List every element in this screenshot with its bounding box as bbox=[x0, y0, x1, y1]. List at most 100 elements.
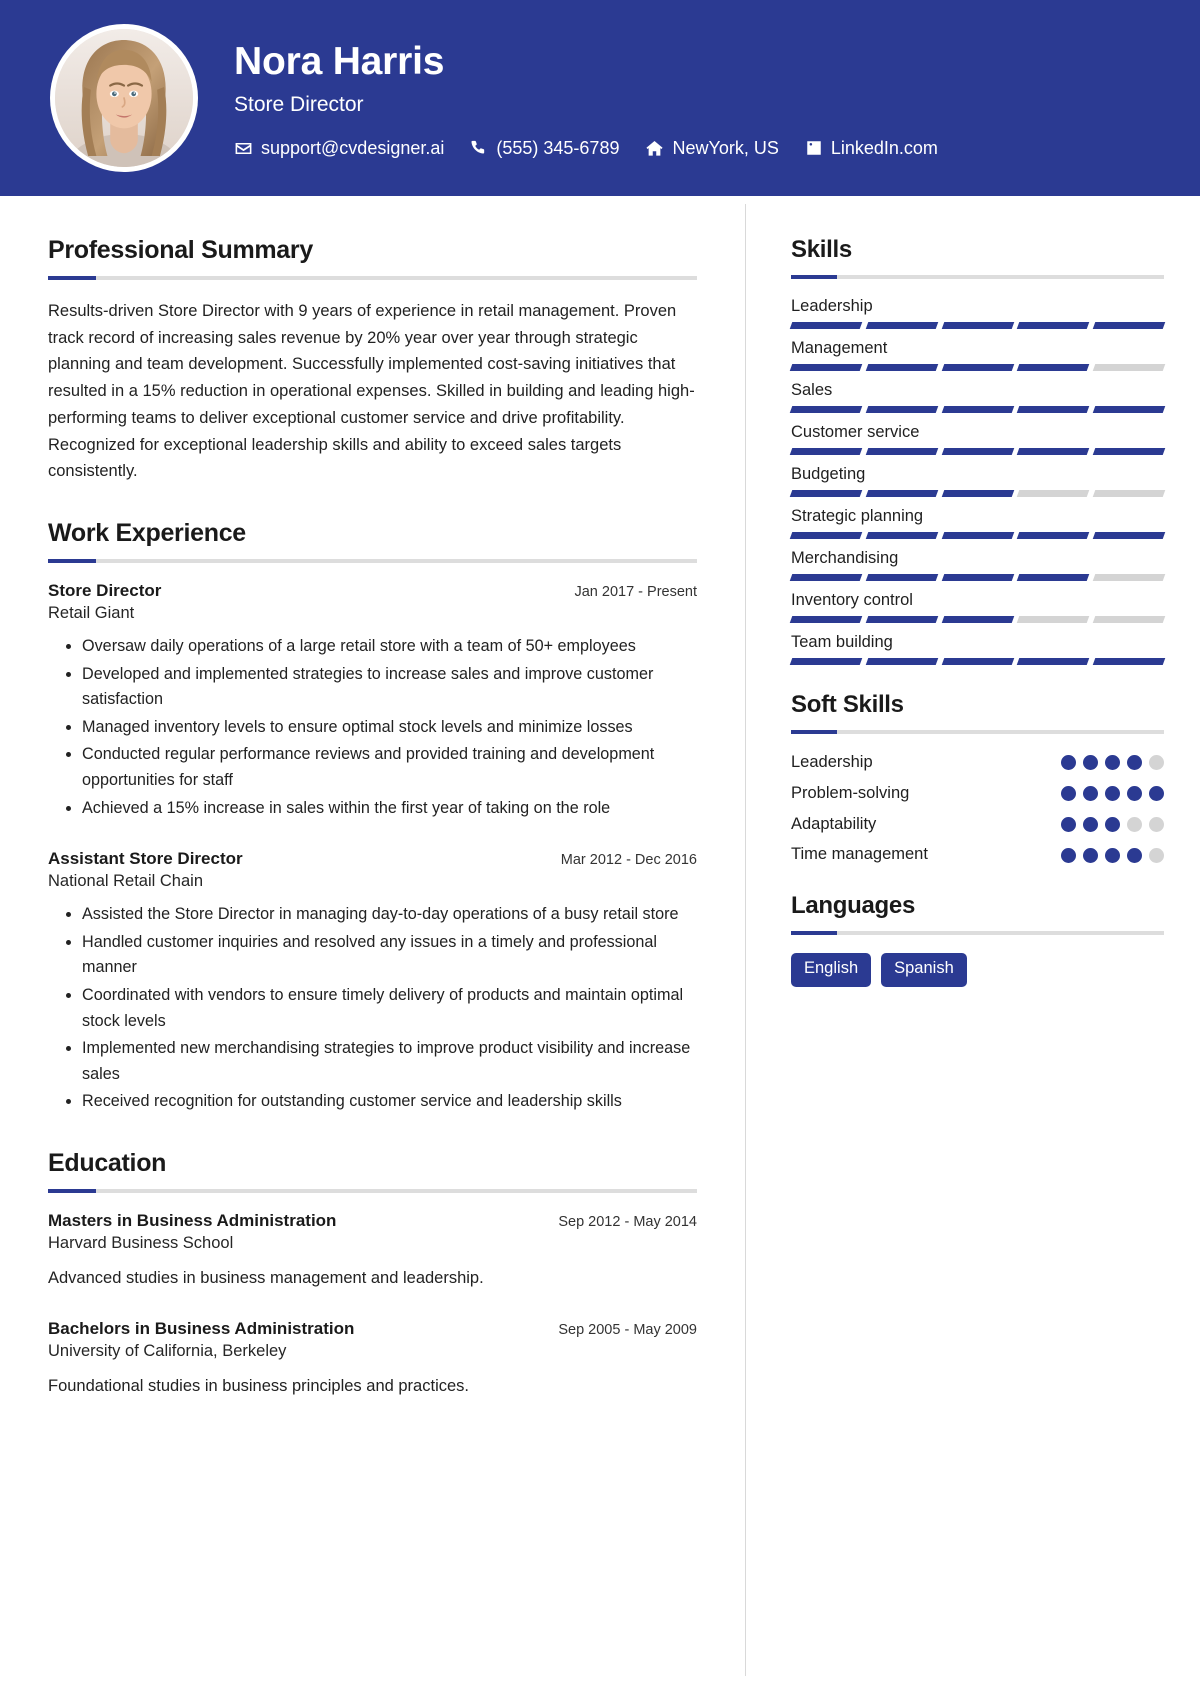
language-chip-english: English bbox=[791, 953, 872, 987]
skill-segment bbox=[941, 574, 1014, 581]
soft-skill-rating bbox=[1061, 816, 1164, 832]
skill-segment bbox=[941, 322, 1014, 329]
work-bullets: Oversaw daily operations of a large reta… bbox=[48, 634, 697, 821]
skill-level-bar bbox=[789, 574, 1166, 581]
skill-item: Leadership bbox=[789, 297, 1166, 329]
skill-segment bbox=[789, 574, 863, 581]
skill-segment bbox=[941, 616, 1014, 623]
section-soft-skills: Soft Skills Leadership Problem-solving A… bbox=[791, 691, 1164, 866]
list-item: Conducted regular performance reviews an… bbox=[82, 742, 697, 793]
section-rule bbox=[48, 1188, 697, 1193]
soft-skill-rating bbox=[1061, 786, 1164, 802]
skill-segment bbox=[865, 532, 938, 539]
soft-skill-rating bbox=[1061, 755, 1164, 771]
contact-linkedin-text: LinkedIn.com bbox=[830, 137, 938, 158]
list-item: Assisted the Store Director in managing … bbox=[82, 902, 697, 928]
skill-segment bbox=[789, 448, 863, 455]
section-title-skills: Skills bbox=[791, 236, 852, 263]
skill-segment bbox=[865, 322, 938, 329]
skill-segment bbox=[1092, 616, 1166, 623]
skill-label: Merchandising bbox=[791, 549, 899, 567]
education-school: Harvard Business School bbox=[48, 1233, 234, 1252]
section-languages: Languages English Spanish bbox=[791, 892, 1164, 987]
skill-segment bbox=[865, 448, 938, 455]
skill-segment bbox=[1092, 532, 1166, 539]
education-date-range: Sep 2012 - May 2014 bbox=[558, 1213, 697, 1230]
skill-segment bbox=[941, 490, 1014, 497]
rating-dot bbox=[1083, 847, 1098, 863]
skill-segment bbox=[1092, 364, 1166, 371]
contact-phone-text: (555) 345-6789 bbox=[496, 137, 620, 158]
skill-segment bbox=[789, 490, 863, 497]
rating-dot bbox=[1127, 755, 1142, 771]
soft-skill-item: Problem-solving bbox=[791, 783, 1164, 805]
list-item: Coordinated with vendors to ensure timel… bbox=[82, 983, 697, 1034]
rating-dot bbox=[1127, 816, 1142, 832]
list-item: Achieved a 15% increase in sales within … bbox=[82, 796, 697, 822]
contact-email-text: support@cvdesigner.ai bbox=[261, 137, 445, 158]
skill-item: Inventory control bbox=[789, 591, 1166, 623]
work-entry-head: Assistant Store Director Mar 2012 - Dec … bbox=[48, 849, 697, 869]
rating-dot bbox=[1105, 816, 1120, 832]
contact-location[interactable]: NewYork, US bbox=[645, 138, 779, 159]
rating-dot bbox=[1149, 847, 1164, 863]
rating-dot bbox=[1127, 786, 1142, 802]
skill-segment bbox=[1017, 658, 1090, 665]
work-entry: Store Director Jan 2017 - Present Retail… bbox=[48, 581, 697, 821]
summary-text: Results-driven Store Director with 9 yea… bbox=[48, 302, 695, 481]
contact-email[interactable]: support@cvdesigner.ai bbox=[234, 138, 444, 159]
rating-dot bbox=[1149, 786, 1164, 802]
education-date-range: Sep 2005 - May 2009 bbox=[558, 1321, 697, 1338]
skill-segment bbox=[941, 658, 1014, 665]
list-item: Managed inventory levels to ensure optim… bbox=[82, 715, 697, 741]
skill-label: Management bbox=[791, 339, 888, 357]
skill-segment bbox=[1092, 574, 1166, 581]
education-entry: Masters in Business Administration Sep 2… bbox=[48, 1211, 697, 1291]
contact-phone[interactable]: (555) 345-6789 bbox=[470, 138, 619, 159]
skill-segment bbox=[1092, 322, 1166, 329]
skill-segment bbox=[1092, 490, 1166, 497]
education-entry-head: Masters in Business Administration Sep 2… bbox=[48, 1211, 697, 1231]
envelope-icon bbox=[234, 139, 253, 158]
skill-item: Budgeting bbox=[789, 465, 1166, 497]
work-company: Retail Giant bbox=[48, 604, 135, 623]
section-professional-summary: Professional Summary Results-driven Stor… bbox=[48, 236, 697, 485]
language-chip-spanish: Spanish bbox=[881, 953, 967, 987]
candidate-role: Store Director bbox=[234, 93, 364, 117]
rating-dot bbox=[1149, 816, 1164, 832]
section-rule bbox=[791, 275, 1164, 279]
rating-dot bbox=[1083, 816, 1098, 832]
skill-item: Team building bbox=[789, 633, 1166, 665]
phone-icon bbox=[470, 139, 488, 157]
soft-skill-label: Leadership bbox=[791, 753, 873, 771]
skill-label: Leadership bbox=[791, 297, 873, 315]
work-date-range: Jan 2017 - Present bbox=[574, 584, 697, 601]
skill-level-bar bbox=[789, 406, 1166, 413]
rating-dot bbox=[1083, 755, 1098, 771]
skill-segment bbox=[1017, 532, 1090, 539]
skill-segment bbox=[865, 616, 938, 623]
education-description: Foundational studies in business princip… bbox=[48, 1376, 469, 1395]
skill-level-bar bbox=[789, 322, 1166, 329]
skill-item: Strategic planning bbox=[789, 507, 1166, 539]
soft-skill-item: Time management bbox=[791, 844, 1164, 866]
rating-dot bbox=[1105, 786, 1120, 802]
skill-segment bbox=[865, 490, 938, 497]
skill-level-bar bbox=[789, 532, 1166, 539]
list-item: Oversaw daily operations of a large reta… bbox=[82, 634, 697, 660]
section-skills: Skills Leadership Management Sales Custo… bbox=[789, 236, 1166, 665]
skill-segment bbox=[865, 364, 938, 371]
candidate-name: Nora Harris bbox=[234, 40, 445, 84]
section-rule bbox=[791, 730, 1164, 734]
resume-page: Nora Harris Store Director support@cvdes… bbox=[0, 0, 1200, 1684]
skill-segment bbox=[941, 448, 1014, 455]
section-rule bbox=[791, 931, 1164, 936]
section-title-summary: Professional Summary bbox=[48, 236, 313, 264]
avatar bbox=[50, 24, 198, 172]
linkedin-icon bbox=[805, 139, 823, 157]
contact-linkedin[interactable]: LinkedIn.com bbox=[805, 138, 938, 159]
language-chip-list: English Spanish bbox=[791, 953, 1164, 987]
skill-item: Merchandising bbox=[789, 549, 1166, 581]
soft-skill-item: Adaptability bbox=[791, 814, 1164, 836]
